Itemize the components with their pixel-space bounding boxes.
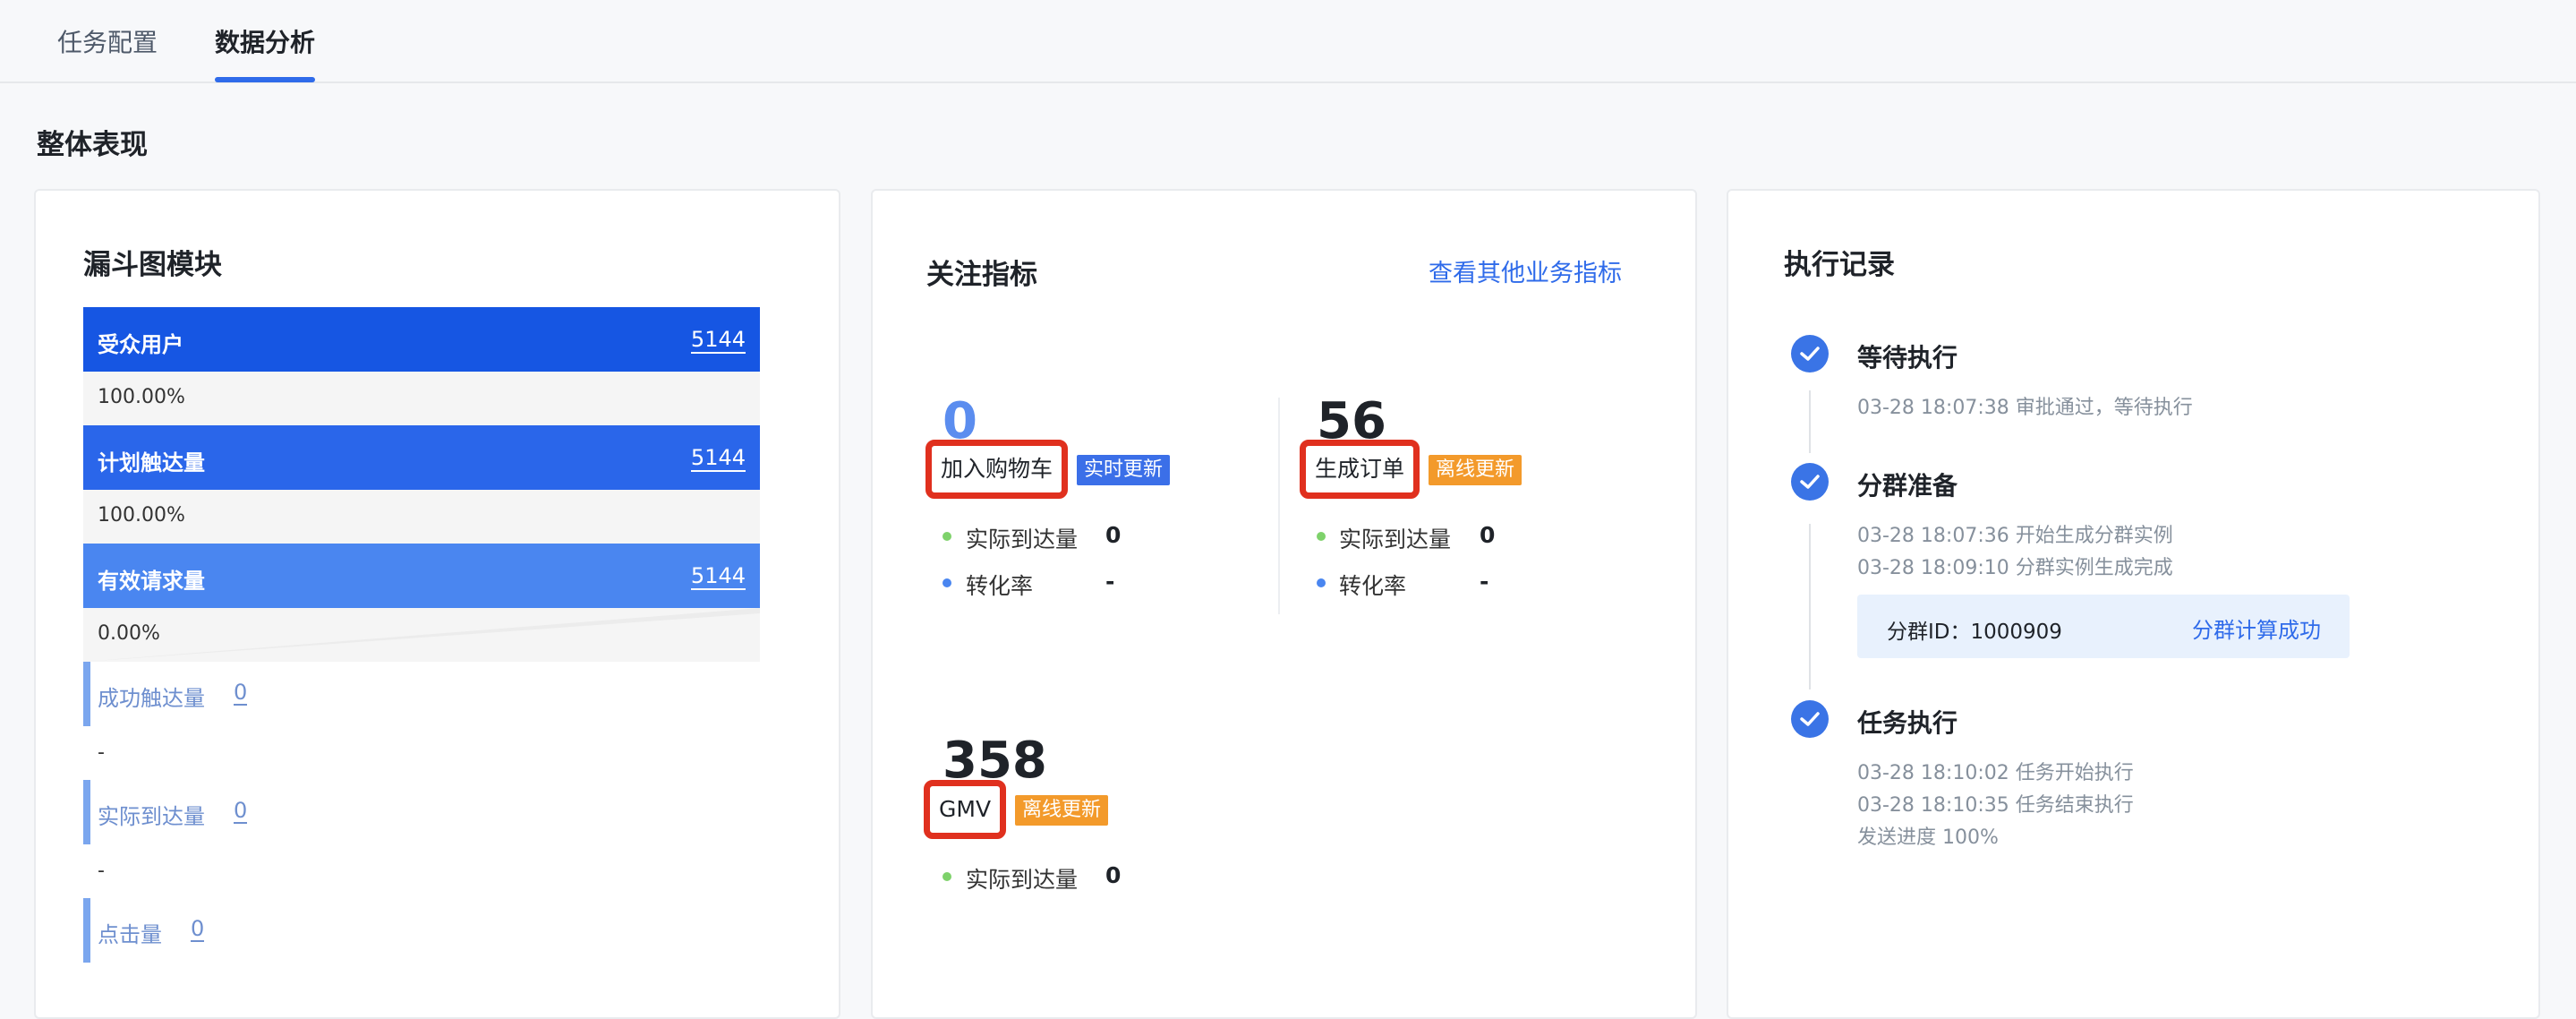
status-dot — [943, 872, 951, 881]
timeline-step-text: 发送进度 100% — [1857, 826, 1999, 849]
funnel-title: 漏斗图模块 — [83, 249, 222, 281]
group-info-box: 分群ID：1000909 分群计算成功 — [1857, 595, 2350, 658]
timeline-step-text: 03-28 18:07:38 审批通过，等待执行 — [1857, 397, 2193, 419]
tab-data-analysis[interactable]: 数据分析 — [215, 23, 315, 59]
funnel-small-label: 成功触达量 — [98, 686, 205, 711]
metric-row-value: - — [1105, 569, 1115, 595]
timeline-step-text: 03-28 18:10:35 任务结束执行 — [1857, 794, 2134, 817]
funnel-small-bar — [83, 898, 90, 963]
timeline-step-title: 分群准备 — [1857, 471, 1958, 501]
group-id: 分群ID：1000909 — [1887, 621, 2062, 644]
funnel-percent: 100.00% — [83, 372, 760, 425]
timeline-connector — [1809, 524, 1811, 689]
realtime-badge: 实时更新 — [1077, 455, 1171, 485]
timeline-step-text: 03-28 18:09:10 分群实例生成完成 — [1857, 557, 2173, 579]
metric-divider — [1278, 398, 1280, 614]
metric-row-label: 转化率 — [966, 573, 1034, 599]
metric-label: 加入购物车 — [925, 440, 1069, 499]
status-dot — [943, 532, 951, 541]
metric-row-label: 转化率 — [1339, 573, 1407, 599]
metric-row-value: 0 — [1105, 522, 1122, 548]
metric-row-label: 实际到达量 — [1339, 527, 1452, 552]
metrics-title: 关注指标 — [926, 259, 1037, 291]
funnel-small-value[interactable]: 0 — [234, 799, 248, 824]
funnel-taper-shape — [83, 608, 760, 662]
metric-row-label: 实际到达量 — [966, 867, 1079, 893]
check-icon — [1791, 335, 1829, 372]
funnel-bar-planned-reach[interactable]: 计划触达量 5144 — [83, 425, 760, 490]
timeline-step-text: 03-28 18:10:02 任务开始执行 — [1857, 762, 2134, 784]
funnel-dash: - — [98, 741, 105, 764]
tab-bar: 任务配置 数据分析 — [0, 0, 2576, 83]
funnel-bar-label: 计划触达量 — [98, 450, 205, 475]
metric-row-label: 实际到达量 — [966, 527, 1079, 552]
timeline-step-title: 任务执行 — [1857, 708, 1958, 738]
status-dot — [943, 578, 951, 587]
group-status-link[interactable]: 分群计算成功 — [2192, 612, 2321, 644]
funnel-bar-audience[interactable]: 受众用户 5144 — [83, 307, 760, 372]
funnel-small-value[interactable]: 0 — [191, 917, 205, 942]
funnel-bar-valid-requests[interactable]: 有效请求量 5144 — [83, 544, 760, 608]
funnel-percent: 100.00% — [83, 490, 760, 544]
status-dot — [1317, 532, 1326, 541]
metric-row-value: 0 — [1480, 522, 1496, 548]
check-icon — [1791, 700, 1829, 738]
section-title: 整体表现 — [37, 129, 148, 161]
funnel-small-bar — [83, 780, 90, 844]
check-icon — [1791, 463, 1829, 501]
funnel-small-bar — [83, 662, 90, 726]
funnel-bar-label: 受众用户 — [98, 332, 183, 357]
execution-title: 执行记录 — [1784, 249, 1895, 281]
metric-row-value: - — [1480, 569, 1489, 595]
metric-label: GMV — [924, 780, 1007, 839]
metric-label: 生成订单 — [1300, 440, 1420, 499]
timeline-step-text: 03-28 18:07:36 开始生成分群实例 — [1857, 525, 2173, 547]
funnel-small-label: 实际到达量 — [98, 804, 205, 829]
funnel-small-label: 点击量 — [98, 922, 162, 947]
funnel-bar-value[interactable]: 5144 — [690, 445, 746, 472]
funnel-dash: - — [98, 860, 105, 882]
funnel-bar-value[interactable]: 5144 — [690, 327, 746, 354]
offline-badge: 离线更新 — [1015, 795, 1109, 826]
timeline-step-title: 等待执行 — [1857, 343, 1958, 372]
status-dot — [1317, 578, 1326, 587]
tab-task-config[interactable]: 任务配置 — [57, 23, 158, 59]
other-metrics-link[interactable]: 查看其他业务指标 — [1429, 253, 1622, 288]
funnel-bar-value[interactable]: 5144 — [690, 563, 746, 590]
funnel-small-value[interactable]: 0 — [234, 681, 248, 706]
funnel-bar-label: 有效请求量 — [98, 569, 205, 594]
metric-row-value: 0 — [1105, 862, 1122, 888]
active-tab-indicator — [215, 77, 315, 82]
timeline-connector — [1809, 390, 1811, 453]
offline-badge: 离线更新 — [1429, 455, 1523, 485]
